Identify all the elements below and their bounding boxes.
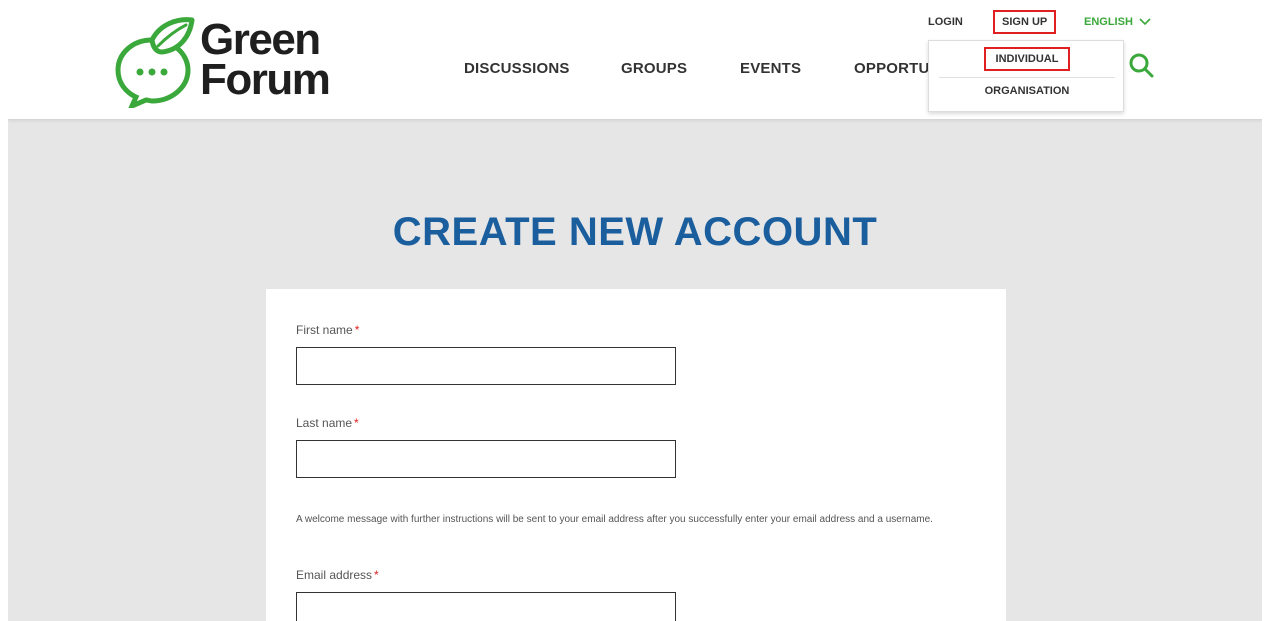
chevron-down-icon [1139,18,1151,26]
logo-wordmark: Green Forum [200,15,331,104]
chat-bubble-leaf-icon [115,17,195,108]
first-name-label-text: First name [296,323,353,337]
search-icon[interactable] [1128,52,1154,78]
nav-events[interactable]: EVENTS [740,60,801,77]
signup-link[interactable]: SIGN UP [993,10,1057,34]
logo-line-2: Forum [200,54,331,104]
page-title: CREATE NEW ACCOUNT [392,210,878,254]
language-label: ENGLISH [1084,16,1133,28]
site-header: Green Forum DISCUSSIONS GROUPS EVENTS OP… [8,0,1262,120]
required-marker: * [354,323,360,337]
signup-individual-label: INDIVIDUAL [983,47,1071,71]
first-name-field[interactable] [296,347,676,385]
last-name-label: Last name * [296,416,359,430]
first-name-label: First name * [296,323,359,337]
signup-organisation-option[interactable]: ORGANISATION [929,85,1125,97]
nav-groups[interactable]: GROUPS [621,60,687,77]
site-logo[interactable]: Green Forum [112,16,332,112]
page: Green Forum DISCUSSIONS GROUPS EVENTS OP… [8,0,1262,621]
signup-individual-option[interactable]: INDIVIDUAL [929,47,1125,71]
registration-form: First name * Last name * A welcome message… [266,289,1006,621]
required-marker: * [374,568,379,582]
dropdown-divider [939,77,1115,78]
signup-dropdown: INDIVIDUAL ORGANISATION [928,40,1124,112]
nav-discussions[interactable]: DISCUSSIONS [464,60,570,77]
email-field[interactable] [296,592,676,621]
logo-line-1: Green [200,15,321,64]
last-name-field[interactable] [296,440,676,478]
email-label-text: Email address [296,568,373,582]
required-marker: * [354,416,359,430]
email-help-text: A welcome message with further instructi… [296,514,933,525]
nav-opportunities[interactable]: OPPORTUNITIES [854,60,932,77]
last-name-label-text: Last name [296,416,353,430]
language-selector[interactable]: ENGLISH [1084,16,1151,28]
email-label: Email address * [296,568,379,582]
login-link[interactable]: LOGIN [928,16,963,28]
